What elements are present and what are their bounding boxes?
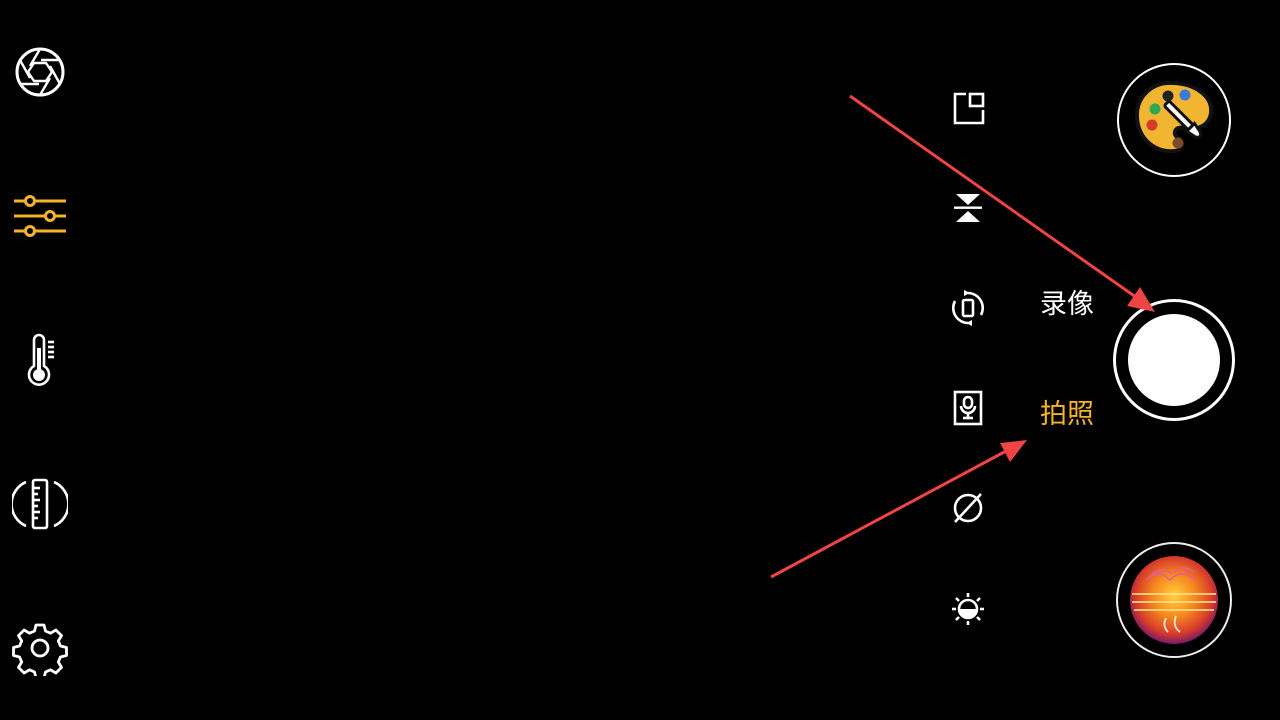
mode-video-label: 录像 <box>1040 289 1094 320</box>
rotate-icon[interactable] <box>946 286 990 330</box>
no-filter-icon[interactable] <box>946 486 990 530</box>
flip-icon[interactable] <box>946 186 990 230</box>
shutter-inner <box>1128 314 1220 406</box>
aperture-icon[interactable] <box>12 44 68 100</box>
annotation-arrows <box>770 94 1155 579</box>
brightness-icon[interactable] <box>946 586 990 630</box>
thermal-thumbnail <box>1130 556 1218 644</box>
crop-frame-icon[interactable] <box>946 86 990 130</box>
mode-photo[interactable]: 拍照 <box>1040 397 1094 433</box>
gallery-thumbnail-button[interactable] <box>1116 542 1232 658</box>
sliders-icon[interactable] <box>12 188 68 244</box>
arrow-to-shutter <box>849 94 1155 312</box>
palette-icon <box>1134 80 1214 154</box>
shutter-button[interactable] <box>1113 299 1235 421</box>
palette-button[interactable] <box>1117 63 1231 177</box>
ruler-icon[interactable] <box>12 476 68 532</box>
audio-icon[interactable] <box>946 386 990 430</box>
thermometer-icon[interactable] <box>12 332 68 388</box>
gear-icon[interactable] <box>12 620 68 676</box>
mode-photo-label: 拍照 <box>1040 399 1094 430</box>
mode-video[interactable]: 录像 <box>1040 287 1094 323</box>
